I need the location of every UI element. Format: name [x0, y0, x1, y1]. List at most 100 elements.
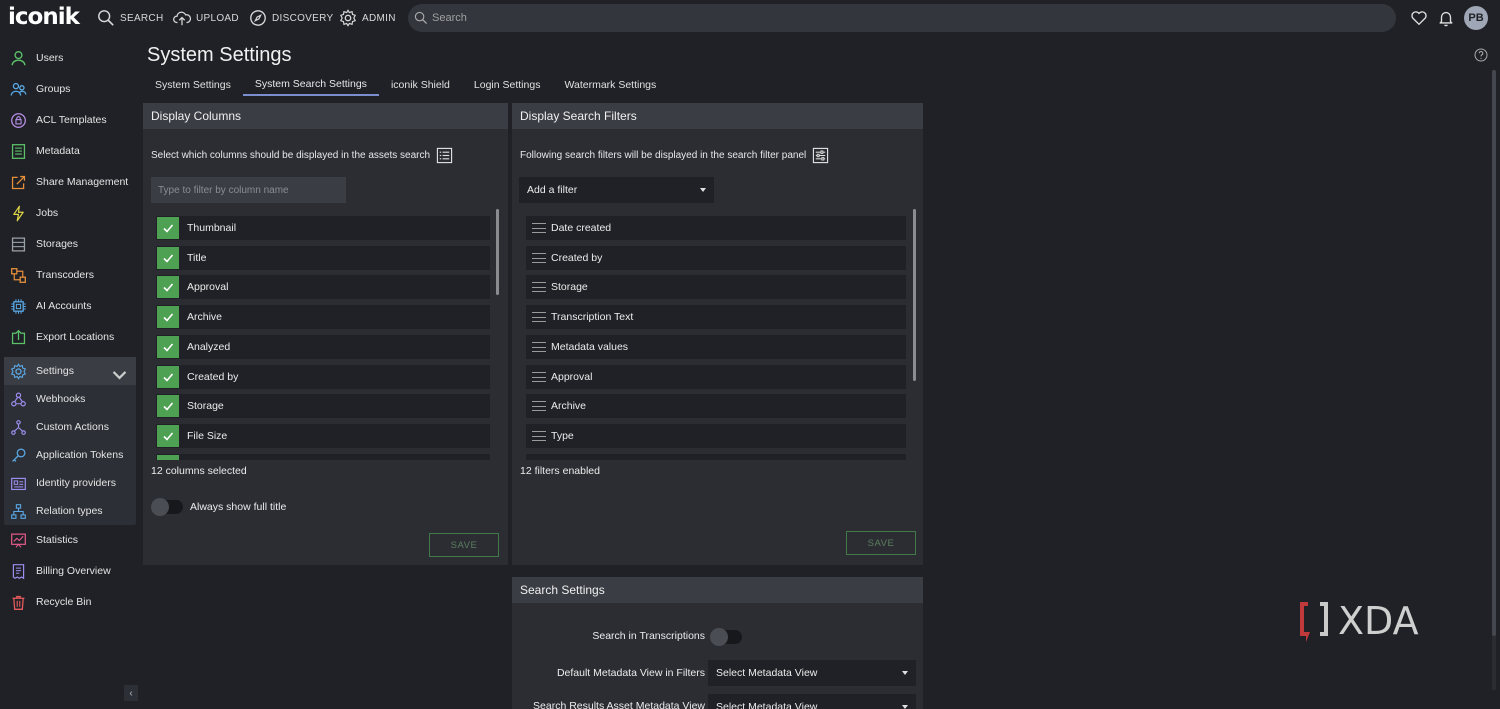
column-row-thumbnail[interactable]: Thumbnail: [156, 216, 490, 240]
global-search-input[interactable]: [432, 12, 1332, 24]
caret-down-icon: [902, 671, 908, 675]
tab-system-settings[interactable]: System Settings: [143, 74, 243, 96]
sidebar-item-label: Storages: [36, 238, 79, 250]
search-in-transcriptions-toggle[interactable]: [710, 628, 742, 646]
filter-row-partial[interactable]: [526, 454, 906, 460]
results-metadata-view-label: Search Results Asset Metadata View: [533, 700, 705, 709]
filter-row-created-by[interactable]: Created by: [526, 246, 906, 270]
page-scrollbar[interactable]: [1492, 70, 1496, 690]
checkbox-checked[interactable]: [157, 306, 179, 328]
nav-upload-button[interactable]: UPLOAD: [173, 8, 239, 28]
sidebar-collapse-button[interactable]: ‹: [124, 685, 138, 701]
nav-search-button[interactable]: SEARCH: [97, 8, 163, 28]
add-filter-dropdown[interactable]: Add a filter: [519, 177, 714, 203]
sidebar-item-label: Transcoders: [36, 269, 94, 281]
checkbox-checked[interactable]: [157, 247, 179, 269]
column-row-title[interactable]: Title: [156, 246, 490, 270]
sidebar-item-identity-providers[interactable]: Identity providers: [4, 469, 136, 497]
drag-handle-icon[interactable]: [532, 372, 546, 382]
storage-icon: [11, 236, 26, 252]
column-row-archive[interactable]: Archive: [156, 305, 490, 329]
filter-sliders-icon[interactable]: [812, 147, 829, 164]
heart-icon[interactable]: [1410, 9, 1428, 27]
save-columns-button[interactable]: SAVE: [429, 533, 499, 557]
sidebar-item-transcoders[interactable]: Transcoders: [4, 261, 136, 289]
column-row-approval[interactable]: Approval: [156, 275, 490, 299]
column-row-file-size[interactable]: File Size: [156, 424, 490, 448]
sidebar-item-metadata[interactable]: Metadata: [4, 137, 136, 165]
checkbox-checked[interactable]: [157, 425, 179, 447]
user-avatar[interactable]: PB: [1464, 6, 1488, 30]
sidebar-item-ai-accounts[interactable]: AI Accounts: [4, 292, 136, 320]
drag-handle-icon[interactable]: [532, 431, 546, 441]
sidebar-item-export-locations[interactable]: Export Locations: [4, 323, 136, 351]
bell-icon[interactable]: [1437, 9, 1455, 27]
default-metadata-view-dropdown[interactable]: Select Metadata View: [708, 660, 916, 686]
iconik-logo[interactable]: iconik: [8, 4, 80, 30]
sidebar-item-webhooks[interactable]: Webhooks: [4, 385, 136, 413]
filters-scrollbar[interactable]: [913, 209, 916, 381]
column-row-partial[interactable]: [156, 454, 490, 460]
column-filter-input[interactable]: [151, 177, 346, 203]
page-scrollbar-thumb[interactable]: [1492, 70, 1496, 636]
sidebar-item-acl-templates[interactable]: ACL Templates: [4, 106, 136, 134]
filter-row-approval[interactable]: Approval: [526, 365, 906, 389]
filter-row-metadata-values[interactable]: Metadata values: [526, 335, 906, 359]
sidebar-item-statistics[interactable]: Statistics: [4, 526, 136, 554]
tab-login-settings[interactable]: Login Settings: [462, 74, 553, 96]
drag-handle-icon[interactable]: [532, 253, 546, 263]
checkbox-checked[interactable]: [157, 276, 179, 298]
checkbox-checked[interactable]: [157, 336, 179, 358]
drag-handle-icon[interactable]: [532, 223, 546, 233]
nav-admin-button[interactable]: ADMIN: [339, 8, 396, 28]
column-row-analyzed[interactable]: Analyzed: [156, 335, 490, 359]
results-metadata-view-dropdown[interactable]: Select Metadata View: [708, 694, 916, 709]
tab-iconik-shield[interactable]: iconik Shield: [379, 74, 462, 96]
filter-row-date-created[interactable]: Date created: [526, 216, 906, 240]
metadata-icon: [11, 143, 26, 159]
column-row-created-by[interactable]: Created by: [156, 365, 490, 389]
sidebar-item-share-management[interactable]: Share Management: [4, 168, 136, 196]
columns-list-icon[interactable]: [436, 147, 453, 164]
checkmark-icon: [163, 313, 174, 322]
filter-row-storage[interactable]: Storage: [526, 275, 906, 299]
checkbox-checked[interactable]: [157, 217, 179, 239]
sidebar-item-application-tokens[interactable]: Application Tokens: [4, 441, 136, 469]
drag-handle-icon[interactable]: [532, 312, 546, 322]
sidebar-item-recycle-bin[interactable]: Recycle Bin: [4, 588, 136, 616]
sidebar-item-label: Jobs: [36, 207, 59, 219]
sidebar-item-relation-types[interactable]: Relation types: [4, 497, 136, 525]
caret-down-icon: [902, 705, 908, 709]
sidebar-item-jobs[interactable]: Jobs: [4, 199, 136, 227]
global-search-bar[interactable]: [408, 4, 1396, 32]
filter-row-transcription-text[interactable]: Transcription Text: [526, 305, 906, 329]
help-icon[interactable]: [1474, 48, 1488, 62]
filter-row-type[interactable]: Type: [526, 424, 906, 448]
sidebar-item-users[interactable]: Users: [4, 44, 136, 72]
tab-system-search-settings[interactable]: System Search Settings: [242, 74, 379, 96]
columns-scrollbar[interactable]: [496, 209, 499, 295]
drag-handle-icon[interactable]: [532, 282, 546, 292]
transcoder-icon: [11, 267, 26, 283]
column-row-storage[interactable]: Storage: [156, 394, 490, 418]
sidebar-item-custom-actions[interactable]: Custom Actions: [4, 413, 136, 441]
sidebar-item-storages[interactable]: Storages: [4, 230, 136, 258]
drag-handle-icon[interactable]: [532, 342, 546, 352]
checkmark-icon: [163, 432, 174, 441]
sidebar-item-billing-overview[interactable]: Billing Overview: [4, 557, 136, 585]
filter-row-archive[interactable]: Archive: [526, 394, 906, 418]
filters-list: Date created Created by Storage Transcri…: [526, 214, 906, 460]
always-show-full-title-toggle[interactable]: [151, 498, 183, 516]
cloud-upload-icon: [173, 11, 191, 26]
tab-watermark-settings[interactable]: Watermark Settings: [552, 74, 668, 96]
checkbox-checked[interactable]: [157, 455, 179, 460]
nav-discovery-button[interactable]: DISCOVERY: [249, 8, 333, 28]
save-filters-button[interactable]: SAVE: [846, 531, 916, 555]
sidebar-item-settings[interactable]: Settings: [4, 357, 136, 385]
checkbox-checked[interactable]: [157, 366, 179, 388]
sidebar-item-groups[interactable]: Groups: [4, 75, 136, 103]
drag-handle-icon[interactable]: [532, 401, 546, 411]
settings-gear-icon: [10, 362, 27, 380]
columns-selected-count: 12 columns selected: [151, 465, 247, 477]
checkbox-checked[interactable]: [157, 395, 179, 417]
